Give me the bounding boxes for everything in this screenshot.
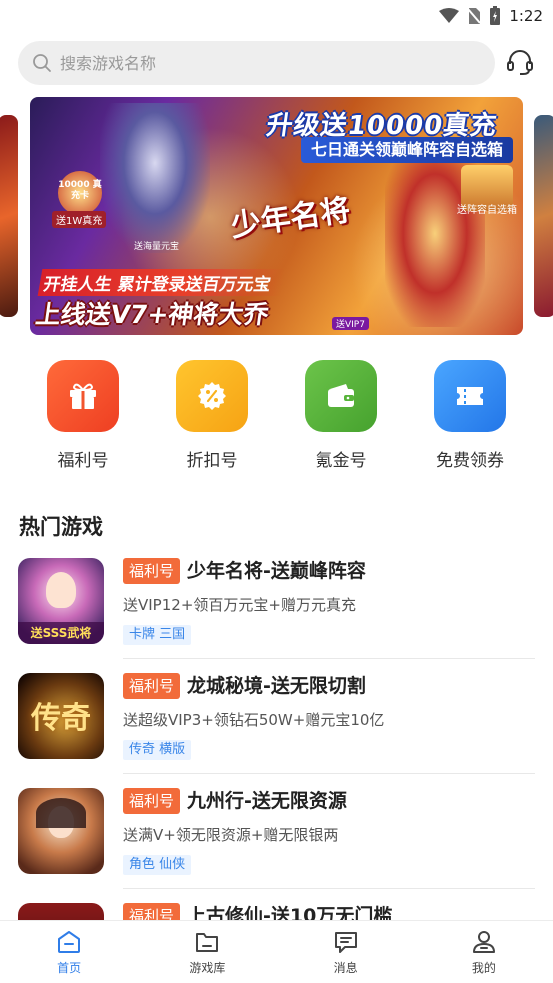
game-title: 九州行-送无限资源: [187, 790, 347, 812]
discount-icon: [176, 360, 248, 432]
category-free-coupon[interactable]: 免费领券: [420, 360, 520, 471]
game-description: 送超级VIP3+领钻石50W+赠元宝10亿: [123, 711, 385, 729]
game-description: 送VIP12+领百万元宝+赠万元真充: [123, 596, 356, 614]
game-tag: 福利号: [123, 673, 181, 699]
game-genre: 角色 仙侠: [123, 855, 192, 875]
banner-next-slide[interactable]: [534, 115, 553, 317]
banner-hero-left: [100, 103, 210, 253]
nav-label: 我的: [471, 961, 496, 975]
banner-badge: 10000 真充卡: [58, 171, 102, 215]
status-icons: 1:22: [439, 5, 543, 27]
game-tag: 福利号: [123, 558, 181, 584]
banner-line1: 开挂人生 累计登录送百万元宝: [37, 269, 286, 296]
banner-carousel[interactable]: 10000 真充卡 送1W真充 送海量元宝 升级送10000真充 七日通关领巅峰…: [0, 97, 553, 337]
divider: [123, 888, 535, 889]
search-icon: [33, 54, 51, 72]
divider: [123, 773, 535, 774]
category-krypton[interactable]: 氪金号: [291, 360, 391, 471]
thumb-face: [46, 572, 76, 608]
folder-icon: [196, 933, 219, 952]
banner-badge-caption: 送1W真充: [52, 211, 107, 228]
status-bar: 1:22: [0, 0, 553, 32]
banner-subheadline: 七日通关领巅峰阵容自选箱: [300, 137, 513, 163]
thumb-hair: [36, 798, 86, 828]
nav-home[interactable]: 首页: [0, 921, 138, 983]
game-tag: 福利号: [123, 788, 181, 814]
headset-icon: [507, 50, 533, 75]
banner-vip-caption: 送VIP7: [332, 317, 369, 330]
nav-label: 首页: [57, 961, 82, 975]
category-label: 折扣号: [186, 451, 238, 471]
nav-label: 游戏库: [189, 961, 226, 975]
game-list-item[interactable]: 传奇 福利号 龙城秘境-送无限切割 送超级VIP3+领钻石50W+赠元宝10亿 …: [18, 673, 535, 788]
game-thumbnail: 传奇: [18, 673, 104, 759]
game-list-item[interactable]: 送SSS武将 福利号 少年名将-送巅峰阵容 送VIP12+领百万元宝+赠万元真充…: [18, 558, 535, 673]
game-genre: 卡牌 三国: [123, 625, 192, 645]
category-label: 福利号: [57, 451, 109, 471]
game-title: 少年名将-送巅峰阵容: [187, 560, 366, 582]
category-discount[interactable]: 折扣号: [162, 360, 262, 471]
divider: [123, 658, 535, 659]
message-icon: [334, 932, 357, 953]
nav-game-library[interactable]: 游戏库: [138, 921, 276, 983]
wallet-icon: [305, 360, 377, 432]
status-time: 1:22: [509, 7, 543, 25]
game-title: 龙城秘境-送无限切割: [187, 675, 366, 697]
game-list-item[interactable]: 福利号 九州行-送无限资源 送满V+领无限资源+赠无限银两 角色 仙侠: [18, 788, 535, 903]
battery-icon: [490, 6, 501, 25]
thumb-caption: 传奇: [31, 701, 91, 736]
banner-chest-caption: 送阵容自选箱: [457, 205, 517, 216]
game-thumbnail: 送SSS武将: [18, 558, 104, 644]
customer-service-button[interactable]: [504, 47, 536, 79]
search-box[interactable]: [18, 41, 495, 85]
nav-label: 消息: [333, 961, 358, 975]
no-sim-icon: [467, 8, 482, 24]
home-icon: [58, 931, 81, 953]
section-title-hot-games: 热门游戏: [19, 515, 103, 539]
nav-messages[interactable]: 消息: [277, 921, 415, 983]
game-thumbnail: [18, 788, 104, 874]
bottom-nav: 首页 游戏库 消息 我的: [0, 920, 553, 983]
ticket-icon: [434, 360, 506, 432]
gift-icon: [47, 360, 119, 432]
user-icon: [472, 931, 495, 953]
category-shortcuts: 福利号 折扣号 氪金号 免费领券: [0, 360, 553, 480]
game-description: 送满V+领无限资源+赠无限银两: [123, 826, 339, 844]
wifi-icon: [439, 8, 460, 23]
game-genre: 传奇 横版: [123, 740, 192, 760]
thumb-caption: 送SSS武将: [18, 622, 104, 644]
banner-prev-slide[interactable]: [0, 115, 18, 317]
banner-line2: 上线送V7+神将大乔: [33, 300, 271, 329]
category-welfare[interactable]: 福利号: [33, 360, 133, 471]
category-label: 氪金号: [315, 451, 367, 471]
banner-main-slide[interactable]: 10000 真充卡 送1W真充 送海量元宝 升级送10000真充 七日通关领巅峰…: [30, 97, 523, 335]
category-label: 免费领券: [436, 451, 504, 471]
nav-profile[interactable]: 我的: [415, 921, 553, 983]
banner-coin-caption: 送海量元宝: [134, 242, 180, 252]
search-input[interactable]: [60, 53, 460, 73]
search-row: [18, 41, 538, 85]
